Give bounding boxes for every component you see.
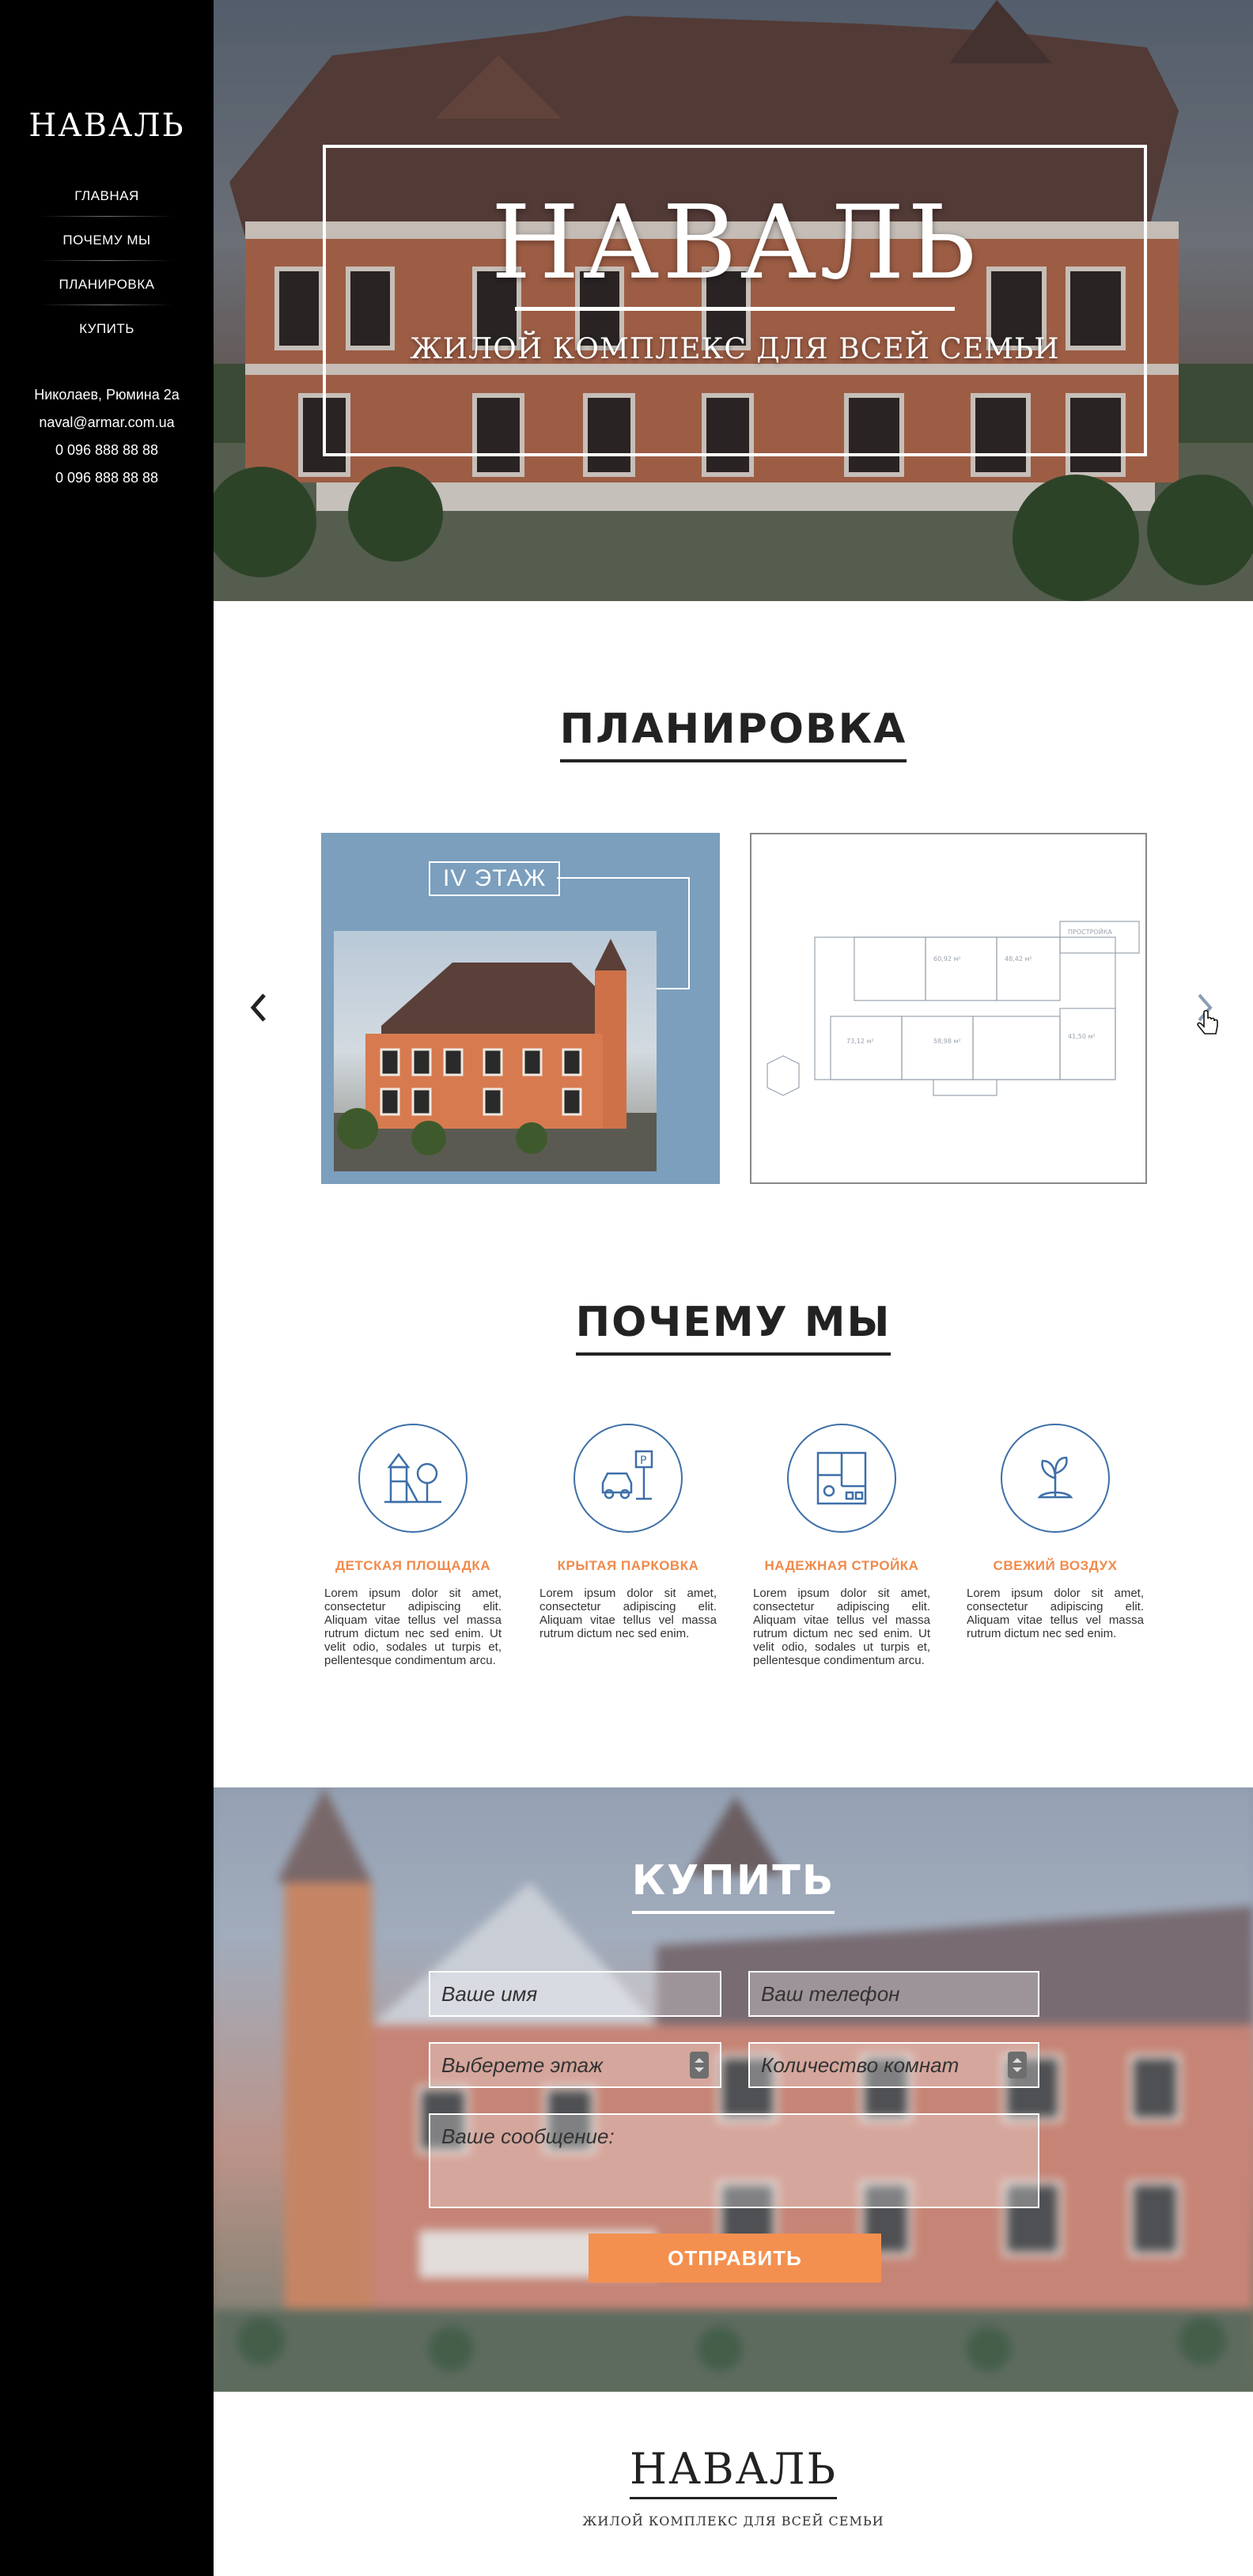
spinner-icon[interactable] bbox=[690, 2052, 709, 2079]
nav-item-buy[interactable]: КУПИТЬ bbox=[40, 313, 174, 357]
carousel-next-button[interactable] bbox=[1194, 992, 1218, 1035]
plans-title: ПЛАНИРОВКА bbox=[214, 705, 1253, 762]
sprout-icon bbox=[1001, 1424, 1110, 1533]
playground-icon bbox=[358, 1424, 468, 1533]
nav-item-home[interactable]: ГЛАВНАЯ bbox=[40, 180, 174, 225]
floor-select[interactable]: Выберете этаж bbox=[429, 2042, 721, 2088]
floorplan-icon bbox=[787, 1424, 896, 1533]
why-title-text: ПОЧЕМУ МЫ bbox=[575, 1299, 891, 1356]
hero-subtitle: ЖИЛОЙ КОМПЛЕКС ДЛЯ ВСЕЙ СЕМЬИ bbox=[410, 333, 1060, 365]
sidebar-contacts: Николаев, Рюмина 2а naval@armar.com.ua 0… bbox=[0, 383, 214, 494]
footer-subtitle: ЖИЛОЙ КОМПЛЕКС ДЛЯ ВСЕЙ СЕМЬИ bbox=[582, 2514, 884, 2529]
svg-text:73,12 м²: 73,12 м² bbox=[846, 1038, 874, 1045]
feature-parking: P КРЫТАЯ ПАРКОВКА Lorem ipsum dolor sit … bbox=[539, 1424, 717, 1640]
building-photo bbox=[334, 931, 657, 1171]
sidebar-logo[interactable]: НАВАЛЬ bbox=[0, 108, 214, 144]
sidebar-nav: ГЛАВНАЯ ПОЧЕМУ МЫ ПЛАНИРОВКА КУПИТЬ bbox=[40, 180, 174, 357]
buy-section: КУПИТЬ Ваше имя Ваш телефон Выберете эта… bbox=[214, 1787, 1253, 2392]
feature-title: СВЕЖИЙ ВОЗДУХ bbox=[993, 1558, 1118, 1573]
hero-divider bbox=[515, 307, 955, 311]
svg-text:ПРОСТРОЙКА: ПРОСТРОЙКА bbox=[1068, 927, 1112, 936]
svg-text:P: P bbox=[640, 1454, 646, 1467]
plan-card-floor-photo[interactable]: IV ЭТАЖ bbox=[321, 833, 720, 1184]
feature-text: Lorem ipsum dolor sit amet, consectetur … bbox=[753, 1587, 930, 1667]
feature-title: ДЕТСКАЯ ПЛОЩАДКА bbox=[335, 1558, 491, 1573]
hand-cursor-icon bbox=[1197, 1009, 1218, 1035]
parking-icon: P bbox=[574, 1424, 683, 1533]
building-illustration bbox=[334, 939, 657, 1171]
sidebar: НАВАЛЬ ГЛАВНАЯ ПОЧЕМУ МЫ ПЛАНИРОВКА КУПИ… bbox=[0, 0, 214, 2576]
feature-text: Lorem ipsum dolor sit amet, consectetur … bbox=[539, 1587, 717, 1640]
chevron-left-icon bbox=[250, 993, 266, 1022]
floor-select-value: Выберете этаж bbox=[441, 2053, 604, 2077]
hero-title: НАВАЛЬ bbox=[490, 184, 979, 302]
contact-address: Николаев, Рюмина 2а bbox=[34, 387, 180, 403]
plans-title-text: ПЛАНИРОВКА bbox=[559, 705, 907, 762]
hero-frame: НАВАЛЬ ЖИЛОЙ КОМПЛЕКС ДЛЯ ВСЕЙ СЕМЬИ bbox=[323, 145, 1147, 456]
submit-button[interactable]: ОТПРАВИТЬ bbox=[589, 2234, 881, 2283]
floorplan-drawing: 60,92 м² 48,42 м² 73,12 м² 58,98 м² 41,50 … bbox=[767, 921, 1140, 1096]
feature-fresh-air: СВЕЖИЙ ВОЗДУХ Lorem ipsum dolor sit amet… bbox=[967, 1424, 1144, 1640]
name-input[interactable]: Ваше имя bbox=[429, 1971, 721, 2017]
floor-label: IV ЭТАЖ bbox=[429, 861, 561, 896]
spinner-icon[interactable] bbox=[1008, 2052, 1027, 2079]
svg-text:60,92 м²: 60,92 м² bbox=[933, 955, 961, 963]
nav-item-why-us[interactable]: ПОЧЕМУ МЫ bbox=[40, 225, 174, 269]
why-title: ПОЧЕМУ МЫ bbox=[214, 1299, 1253, 1356]
buy-title-text: КУПИТЬ bbox=[631, 1857, 835, 1914]
rooms-select[interactable]: Количество комнат bbox=[748, 2042, 1039, 2088]
buy-title: КУПИТЬ bbox=[214, 1857, 1253, 1914]
feature-title: НАДЕЖНАЯ СТРОЙКА bbox=[764, 1558, 919, 1573]
contact-email[interactable]: naval@armar.com.ua bbox=[0, 410, 214, 438]
contact-phone-2[interactable]: 0 096 888 88 88 bbox=[0, 466, 214, 494]
svg-text:41,50 м²: 41,50 м² bbox=[1068, 1033, 1096, 1040]
footer-logo[interactable]: НАВАЛЬ bbox=[214, 2444, 1253, 2499]
svg-text:48,42 м²: 48,42 м² bbox=[1005, 955, 1032, 963]
contact-phone-1[interactable]: 0 096 888 88 88 bbox=[0, 438, 214, 466]
phone-input[interactable]: Ваш телефон bbox=[748, 1971, 1039, 2017]
nav-item-plans[interactable]: ПЛАНИРОВКА bbox=[40, 269, 174, 313]
svg-text:58,98 м²: 58,98 м² bbox=[933, 1038, 961, 1045]
message-textarea[interactable]: Ваше сообщение: bbox=[429, 2113, 1039, 2208]
footer-logo-text: НАВАЛЬ bbox=[629, 2444, 837, 2499]
carousel-prev-button[interactable] bbox=[248, 992, 269, 1030]
rooms-select-value: Количество комнат bbox=[761, 2053, 960, 2077]
feature-construction: НАДЕЖНАЯ СТРОЙКА Lorem ipsum dolor sit a… bbox=[753, 1424, 930, 1667]
feature-text: Lorem ipsum dolor sit amet, consectetur … bbox=[967, 1587, 1144, 1640]
plan-card-floorplan[interactable]: 60,92 м² 48,42 м² 73,12 м² 58,98 м² 41,50 … bbox=[750, 833, 1147, 1184]
hero-section: НАВАЛЬ ЖИЛОЙ КОМПЛЕКС ДЛЯ ВСЕЙ СЕМЬИ bbox=[214, 0, 1253, 601]
feature-title: КРЫТАЯ ПАРКОВКА bbox=[557, 1558, 699, 1573]
feature-playground: ДЕТСКАЯ ПЛОЩАДКА Lorem ipsum dolor sit a… bbox=[324, 1424, 502, 1667]
feature-text: Lorem ipsum dolor sit amet, consectetur … bbox=[324, 1587, 502, 1667]
